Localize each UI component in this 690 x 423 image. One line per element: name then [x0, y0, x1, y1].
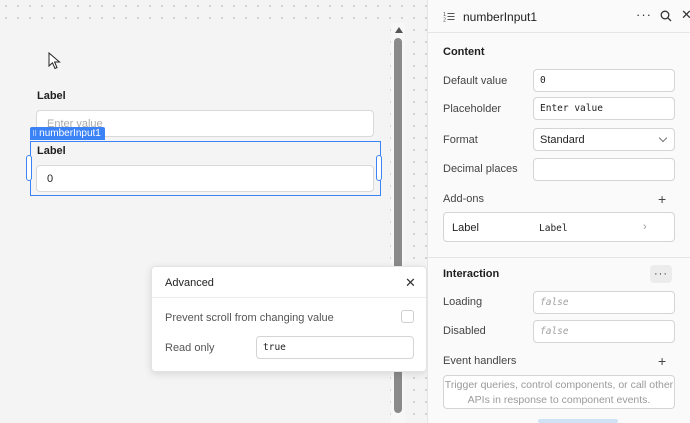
- format-select[interactable]: Standard: [533, 128, 675, 151]
- svg-text:2: 2: [443, 18, 446, 23]
- number-input-selected[interactable]: 0: [36, 165, 374, 192]
- placeholder-label: Placeholder: [443, 103, 502, 115]
- default-value-input[interactable]: 0: [533, 69, 675, 92]
- event-handlers-label: Event handlers: [443, 355, 517, 367]
- interaction-section-title[interactable]: Interaction: [443, 268, 499, 280]
- loading-placeholder: false: [540, 297, 569, 308]
- disabled-placeholder: false: [540, 326, 569, 337]
- popover-title: Advanced: [165, 277, 214, 289]
- section-divider: [428, 257, 690, 258]
- resize-handle-left[interactable]: [26, 155, 32, 181]
- default-value-label: Default value: [443, 75, 508, 87]
- default-value: 0: [540, 75, 546, 86]
- search-icon[interactable]: [660, 10, 672, 22]
- inspector-panel: 1 2 numberInput1 ··· ✕ Content Default v…: [427, 0, 690, 423]
- addon-value: Label: [539, 223, 568, 234]
- more-icon[interactable]: ···: [650, 265, 672, 283]
- selected-component-name: numberInput1: [39, 128, 101, 139]
- scroll-hint: [538, 419, 618, 423]
- disabled-label: Disabled: [443, 325, 486, 337]
- inspector-header: 1 2 numberInput1 ··· ✕: [428, 0, 690, 33]
- advanced-popover: Advanced ✕ Prevent scroll from changing …: [151, 266, 427, 372]
- addon-key: Label: [452, 222, 479, 234]
- loading-input[interactable]: false: [533, 291, 675, 314]
- read-only-input[interactable]: true: [256, 336, 414, 359]
- selected-component-tag[interactable]: ⠿ numberInput1: [30, 127, 105, 140]
- close-icon[interactable]: ✕: [405, 275, 416, 291]
- decimal-places-input[interactable]: [533, 158, 675, 181]
- read-only-label: Read only: [165, 342, 215, 354]
- loading-label: Loading: [443, 296, 483, 308]
- read-only-value: true: [263, 342, 286, 353]
- resize-handle-right[interactable]: [376, 155, 382, 181]
- prevent-scroll-label: Prevent scroll from changing value: [165, 312, 334, 324]
- format-value: Standard: [540, 133, 585, 146]
- scroll-up-icon[interactable]: [395, 27, 403, 33]
- addons-label: Add-ons: [443, 193, 484, 205]
- decimal-places-label: Decimal places: [443, 163, 518, 175]
- chevron-right-icon: ›: [643, 221, 647, 233]
- content-section-title[interactable]: Content: [443, 46, 485, 58]
- disabled-input[interactable]: false: [533, 320, 675, 343]
- plus-icon[interactable]: +: [658, 191, 666, 207]
- close-icon[interactable]: ✕: [681, 7, 690, 23]
- placeholder-value: Enter value: [540, 103, 603, 114]
- format-label: Format: [443, 134, 478, 146]
- number-input-label-2: Label: [37, 145, 66, 157]
- number-input-icon: 1 2: [443, 12, 455, 23]
- placeholder-input[interactable]: Enter value: [533, 97, 675, 120]
- number-input-label-1: Label: [37, 90, 66, 102]
- divider: [152, 297, 426, 298]
- cursor-arrow-icon: [48, 52, 61, 70]
- plus-icon[interactable]: +: [658, 353, 666, 369]
- event-handlers-empty-state[interactable]: Trigger queries, control components, or …: [443, 375, 675, 409]
- chevron-down-icon: [658, 133, 668, 143]
- input-value: 0: [47, 172, 54, 185]
- prevent-scroll-checkbox[interactable]: [401, 310, 414, 323]
- more-icon[interactable]: ···: [636, 7, 652, 22]
- drag-grip-icon[interactable]: ⠿: [32, 130, 37, 138]
- component-name[interactable]: numberInput1: [463, 10, 537, 24]
- addon-label-row[interactable]: Label Label ›: [443, 212, 675, 242]
